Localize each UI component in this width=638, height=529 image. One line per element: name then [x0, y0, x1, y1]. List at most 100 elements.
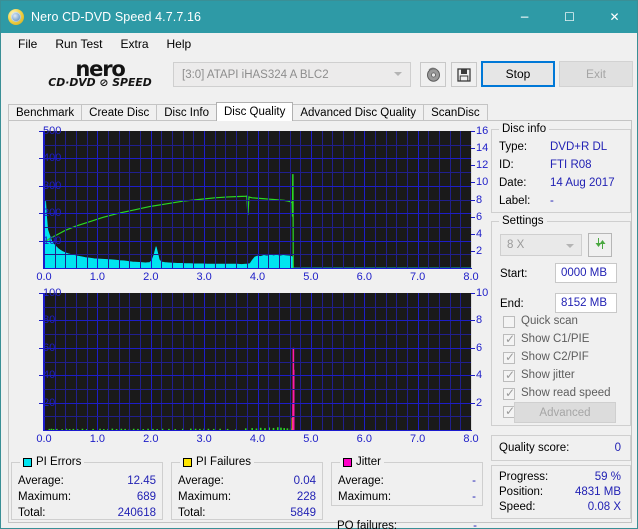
tab-create-disc[interactable]: Create Disc [81, 104, 158, 121]
position-label: Position: [499, 486, 544, 498]
y2-tick-mark [471, 375, 475, 377]
x-tick-label: 6.0 [356, 271, 372, 283]
checkbox-show-c1-pie-label: Show C1/PIE [521, 333, 590, 345]
x-tick-label: 4.0 [249, 433, 266, 445]
checkbox-show-c1-pie[interactable] [503, 332, 515, 346]
x-tick-label: 4.0 [249, 271, 266, 283]
refresh-arrows-icon [593, 236, 608, 254]
save-button[interactable] [451, 62, 477, 87]
quality-score-group: Quality score: 0 [491, 435, 631, 461]
y-tick-mark [39, 240, 43, 242]
y2-tick-label: 2 [476, 396, 483, 409]
checkbox-show-c2-pif[interactable] [503, 350, 515, 364]
speed-value: 0.08 X [587, 501, 621, 513]
tab-scandisc[interactable]: ScanDisc [423, 104, 488, 121]
gridline-horizontal [44, 306, 471, 308]
disc-label-label: Label: [499, 195, 531, 207]
y2-tick-label: 4 [476, 227, 483, 240]
exit-button: Exit [559, 61, 633, 87]
tab-disc-quality[interactable]: Disc Quality [216, 102, 294, 121]
disc-type-value: DVD+R DL [550, 141, 608, 153]
speed-label: Speed: [499, 501, 536, 513]
y2-tick-mark [471, 199, 475, 201]
pi-errors-maximum-value: 689 [136, 491, 156, 503]
stop-button[interactable]: Stop [481, 61, 555, 87]
gridline-horizontal [44, 347, 471, 349]
disc-id-label: ID: [499, 159, 514, 171]
maximize-button[interactable]: ☐ [547, 1, 592, 33]
chevron-down-icon [394, 72, 402, 76]
pi-failures-maximum-row: Maximum: 228 [178, 491, 316, 503]
jitter-color-swatch [343, 457, 352, 467]
end-input[interactable]: 8152 MB [555, 293, 617, 313]
y2-tick-label: 6 [476, 341, 483, 354]
menu-file[interactable]: File [9, 35, 46, 53]
app-icon [8, 9, 24, 25]
nero-cd-dvd-speed-window: Nero CD-DVD Speed 4.7.7.16 − ☐ ✕ File Ru… [0, 0, 638, 529]
start-input[interactable]: 0000 MB [555, 263, 617, 283]
gridline-horizontal [44, 416, 471, 418]
tab-disc-info[interactable]: Disc Info [156, 104, 217, 121]
disc-label-value: - [550, 195, 554, 207]
window-controls: − ☐ ✕ [502, 1, 637, 33]
pi-errors-total-label: Total: [18, 507, 46, 519]
checkbox-show-read-speed[interactable] [503, 386, 515, 400]
gridline-horizontal [44, 158, 471, 160]
y2-tick-label: 4 [476, 369, 483, 382]
tab-advanced-disc-quality[interactable]: Advanced Disc Quality [292, 104, 425, 121]
checkbox-quick-scan[interactable] [503, 316, 515, 328]
advanced-button-label: Advanced [539, 406, 591, 419]
x-tick-label: 3.0 [196, 271, 212, 283]
quality-score-value: 0 [614, 442, 621, 454]
pi-errors-stats-legend: PI Errors [20, 456, 85, 468]
gridline-horizontal [44, 375, 471, 377]
gridline-horizontal [44, 361, 471, 363]
menu-extra[interactable]: Extra [111, 35, 157, 53]
pi-failures-maximum-value: 228 [296, 491, 316, 503]
pi-errors-average-value: 12.45 [127, 475, 156, 487]
disc-icon-button[interactable] [420, 62, 446, 87]
tab-benchmark[interactable]: Benchmark [8, 104, 83, 121]
y2-tick-mark [471, 182, 475, 184]
logo-subtitle: CD·DVD ⊘ SPEED [48, 77, 152, 89]
stop-button-label: Stop [505, 67, 531, 81]
y2-tick-label: 14 [476, 142, 489, 155]
po-failures-value: - [473, 520, 477, 529]
window-title: Nero CD-DVD Speed 4.7.7.16 [31, 10, 202, 24]
checkbox-show-jitter[interactable] [503, 368, 515, 382]
jitter-average-label: Average: [338, 475, 384, 487]
gridline-horizontal [44, 185, 471, 187]
close-button[interactable]: ✕ [592, 1, 637, 33]
speed-select-value: 8 X [507, 239, 525, 251]
pi-errors-maximum-label: Maximum: [18, 491, 72, 503]
x-tick-label: 0.0 [36, 433, 52, 445]
quality-score-label: Quality score: [499, 442, 570, 454]
x-tick-label: 8.0 [463, 271, 479, 283]
refresh-button[interactable] [588, 233, 612, 257]
y2-tick-mark [471, 233, 475, 235]
progress-group: Progress: 59 % Position: 4831 MB Speed: … [491, 465, 631, 519]
y2-tick-mark [471, 347, 475, 349]
gridline-horizontal [44, 254, 471, 256]
y2-tick-mark [471, 250, 475, 252]
pi-errors-stats-group: PI Errors Average: 12.45 Maximum: 689 To… [11, 456, 163, 520]
disc-date-value: 14 Aug 2017 [550, 177, 615, 189]
pi-failures-chart: 204060801002468100.01.02.03.04.05.06.07.… [10, 287, 488, 445]
gridline-horizontal [44, 388, 471, 390]
menu-help[interactable]: Help [158, 35, 201, 53]
y2-tick-label: 2 [476, 244, 483, 257]
menu-run-test[interactable]: Run Test [46, 35, 111, 53]
menu-bar: File Run Test Extra Help [1, 33, 637, 55]
pi-errors-total-row: Total: 240618 [18, 507, 156, 519]
speed-select[interactable]: 8 X [500, 234, 582, 256]
tab-bar: Benchmark Create Disc Disc Info Disc Qua… [8, 102, 488, 121]
pi-failures-color-swatch [183, 457, 192, 467]
pi-failures-x-axis [43, 430, 472, 431]
disc-date-label: Date: [499, 177, 527, 189]
drive-select[interactable]: [3:0] ATAPI iHAS324 A BLC2 [173, 62, 411, 87]
minimize-button[interactable]: − [502, 1, 547, 33]
y2-tick-label: 8 [476, 193, 483, 206]
x-tick-label: 1.0 [89, 271, 106, 283]
y2-tick-mark [471, 402, 475, 404]
pi-failures-stats-title: PI Failures [196, 456, 251, 468]
